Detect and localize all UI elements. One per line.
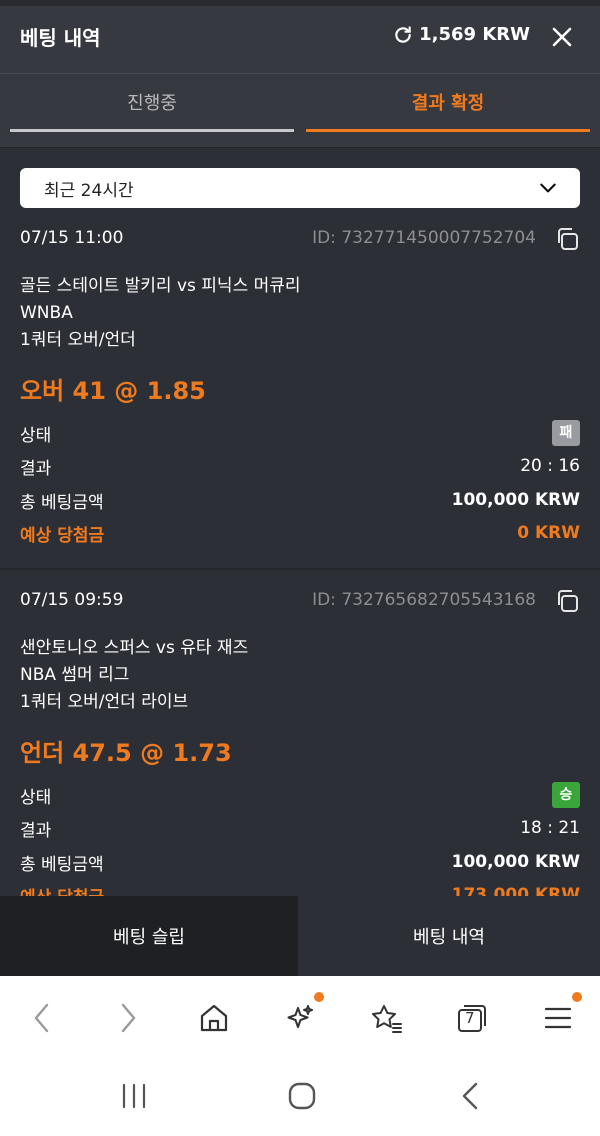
browser-toolbar: 7 (0, 976, 600, 1060)
status-label: 상태 (20, 425, 52, 446)
bet-slip-button[interactable]: 베팅 슬립 (0, 896, 298, 976)
star-list-icon (372, 1005, 402, 1033)
bookmarks-button[interactable] (364, 996, 408, 1040)
notification-dot (572, 992, 582, 1002)
stake-row: 총 베팅금액 100,000 KRW (20, 488, 580, 513)
refresh-icon[interactable] (393, 25, 413, 45)
bet-market: 1쿼터 오버/언더 라이브 (20, 692, 189, 712)
bet-event: 골든 스테이트 발키리 vs 피닉스 머큐리 WNBA 1쿼터 오버/언더 (20, 273, 301, 354)
forward-button[interactable] (106, 996, 150, 1040)
header: 베팅 내역 1,569 KRW (0, 0, 600, 74)
recent-apps-icon (122, 1083, 146, 1109)
chevron-right-icon (121, 1003, 136, 1033)
balance-amount: 1,569 KRW (419, 24, 530, 45)
result-label: 결과 (20, 820, 52, 841)
back-button[interactable] (20, 996, 64, 1040)
result-score: 18 : 21 (520, 818, 580, 838)
bet-datetime: 07/15 09:59 (20, 590, 124, 610)
bet-match: 골든 스테이트 발키리 vs 피닉스 머큐리 (20, 276, 301, 296)
card-divider (0, 568, 600, 570)
chevron-down-icon (540, 183, 556, 193)
result-row: 결과 20 : 16 (20, 454, 580, 479)
result-row: 결과 18 : 21 (20, 816, 580, 841)
stake-label: 총 베팅금액 (20, 492, 104, 513)
bet-league: WNBA (20, 303, 73, 323)
stake-amount: 100,000 KRW (451, 852, 580, 872)
stake-label: 총 베팅금액 (20, 854, 104, 875)
status-label: 상태 (20, 787, 52, 808)
copy-icon[interactable] (554, 588, 580, 614)
payout-label: 예상 당첨금 (20, 525, 105, 546)
copy-icon[interactable] (554, 226, 580, 252)
tab-settled[interactable]: 결과 확정 (306, 74, 590, 132)
payout-amount: 0 KRW (517, 523, 580, 543)
ai-features-button[interactable] (278, 992, 324, 1040)
bet-pick: 언더 47.5 @ 1.73 (20, 739, 232, 767)
page-title: 베팅 내역 (20, 26, 101, 50)
status-row: 상태 승 (20, 782, 580, 808)
bet-market: 1쿼터 오버/언더 (20, 330, 136, 350)
sparkle-icon (287, 1005, 313, 1028)
back-nav-button[interactable] (448, 1076, 492, 1116)
period-filter-value: 최근 24시간 (44, 180, 134, 201)
bet-match: 샌안토니오 스퍼스 vs 유타 재즈 (20, 638, 249, 658)
bet-datetime: 07/15 11:00 (20, 228, 124, 248)
back-nav-icon (462, 1082, 478, 1110)
bet-id: ID: 732765682705543168 (312, 590, 536, 610)
status-strip (0, 0, 600, 6)
result-label: 결과 (20, 458, 52, 479)
notification-dot (314, 992, 324, 1002)
bottom-bar: 베팅 슬립 베팅 내역 (0, 896, 600, 976)
bet-card: 07/15 11:00 ID: 732771450007752704 골든 스테… (0, 214, 600, 570)
menu-button[interactable] (536, 992, 582, 1040)
home-icon (200, 1004, 228, 1032)
system-navigation-bar (0, 1060, 600, 1136)
bet-card: 07/15 09:59 ID: 732765682705543168 샌안토니오… (0, 576, 600, 916)
bet-pick: 오버 41 @ 1.85 (20, 377, 206, 405)
tabs-button[interactable]: 7 (450, 996, 494, 1040)
bet-history-screen: 베팅 내역 1,569 KRW 진행중 결과 확정 최근 24시간 07/15 … (0, 0, 600, 976)
status-row: 상태 패 (20, 420, 580, 446)
result-score: 20 : 16 (520, 456, 580, 476)
status-badge-loss: 패 (552, 420, 580, 446)
home-button[interactable] (192, 996, 236, 1040)
close-icon[interactable] (550, 25, 574, 49)
home-nav-button[interactable] (280, 1076, 324, 1116)
tab-bar: 진행중 결과 확정 (0, 74, 600, 148)
bet-id: ID: 732771450007752704 (312, 228, 536, 248)
home-nav-icon (288, 1082, 316, 1110)
stake-amount: 100,000 KRW (451, 490, 580, 510)
bet-history-button[interactable]: 베팅 내역 (298, 896, 600, 976)
hamburger-menu-icon (544, 1007, 572, 1029)
stake-row: 총 베팅금액 100,000 KRW (20, 850, 580, 875)
bet-event: 샌안토니오 스퍼스 vs 유타 재즈 NBA 썸머 리그 1쿼터 오버/언더 라… (20, 635, 248, 716)
balance-refresh[interactable]: 1,569 KRW (393, 24, 530, 45)
chevron-left-icon (34, 1003, 49, 1033)
payout-row: 예상 당첨금 0 KRW (20, 521, 580, 546)
period-filter-select[interactable]: 최근 24시간 (20, 168, 580, 208)
recent-apps-button[interactable] (112, 1076, 156, 1116)
tab-in-progress[interactable]: 진행중 (10, 74, 294, 132)
status-badge-win: 승 (552, 782, 580, 808)
bet-league: NBA 썸머 리그 (20, 665, 130, 685)
tab-count: 7 (465, 1009, 475, 1027)
